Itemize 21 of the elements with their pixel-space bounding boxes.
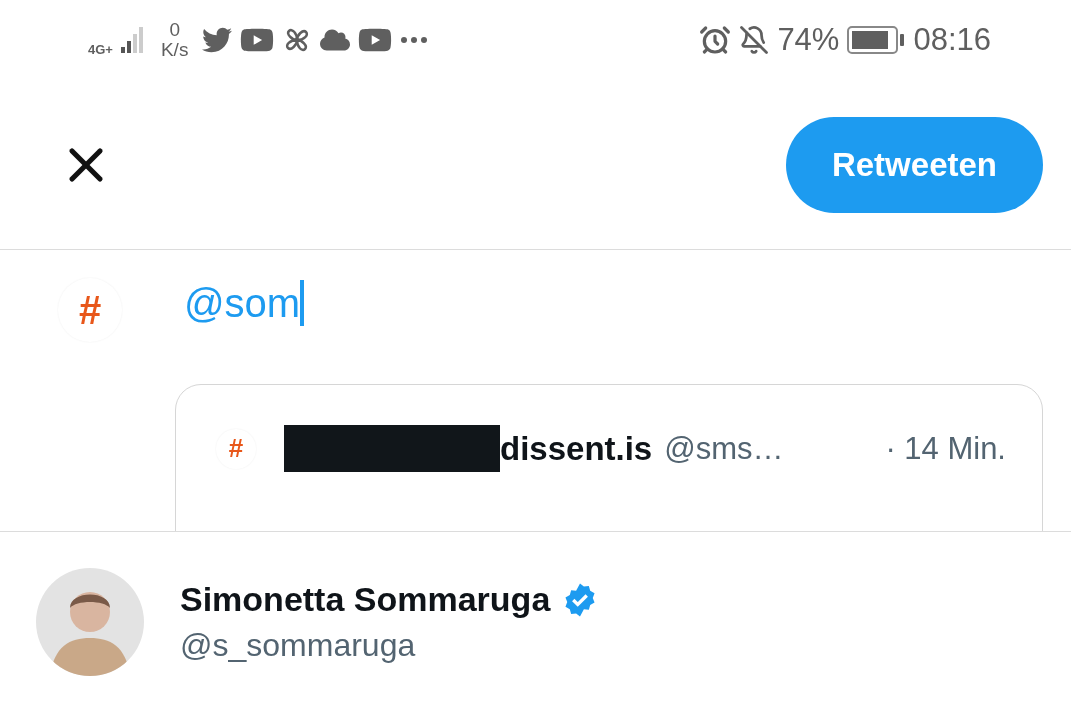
bird-icon — [202, 25, 233, 55]
speed-unit: K/s — [160, 40, 189, 60]
author-handle: @sms… — [664, 430, 784, 467]
tweet-input[interactable]: @som — [184, 280, 301, 326]
avatar: # — [58, 278, 122, 342]
bell-off-icon — [739, 25, 770, 55]
text-cursor — [300, 280, 305, 326]
author-name: dissent.is — [500, 429, 653, 468]
more-icon — [400, 36, 429, 44]
battery-percent: 74% — [777, 22, 840, 58]
clock-time: 08:16 — [913, 22, 991, 58]
speed-value: 0 — [169, 20, 180, 40]
battery-icon — [847, 26, 906, 54]
avatar: # — [216, 428, 256, 469]
user-name: Simonetta Sommaruga — [180, 580, 551, 619]
network-type: 4G+ — [88, 42, 113, 57]
user-handle: @s_sommaruga — [180, 627, 417, 664]
signal-icon — [120, 25, 145, 55]
alarm-icon — [699, 24, 732, 56]
retweet-button[interactable]: Retweeten — [785, 116, 1043, 213]
tweet-time: · 14 Min. — [885, 430, 1006, 467]
